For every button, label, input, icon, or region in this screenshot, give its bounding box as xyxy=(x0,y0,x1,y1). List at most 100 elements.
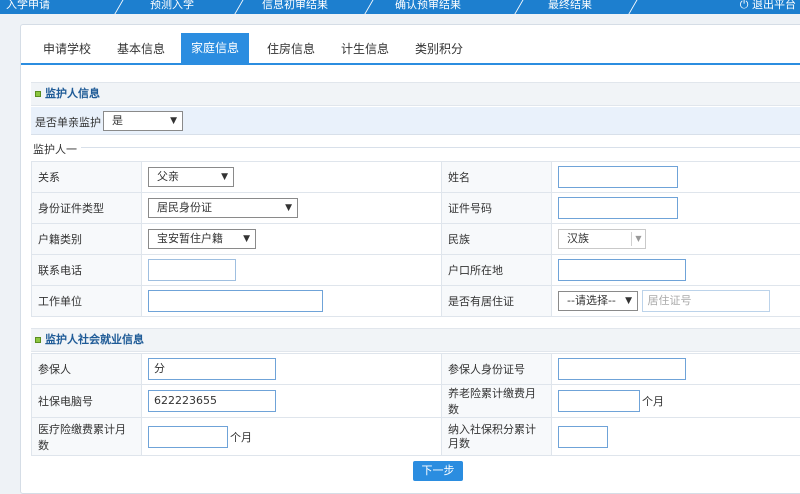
next-step-button[interactable]: 下一步 xyxy=(413,461,463,481)
section-bullet-icon xyxy=(35,337,41,343)
ss-number-cell: 622223655 xyxy=(142,385,442,418)
insured-id-label: 参保人身份证号 xyxy=(442,354,552,385)
id-number-cell xyxy=(552,193,800,224)
step-4: 确认预审结果 xyxy=(395,0,461,12)
step-3: 信息初审结果 xyxy=(262,0,328,12)
table-row: 医疗险缴费累计月数 个月 纳入社保积分累计月数 xyxy=(32,418,800,456)
residence-permit-label: 是否有居住证 xyxy=(442,286,552,317)
household-label: 户籍类别 xyxy=(32,224,142,255)
relation-label: 关系 xyxy=(32,162,142,193)
single-parent-row: 是否单亲监护 是 ▼ xyxy=(31,107,800,135)
step-2: 预测入学 xyxy=(150,0,194,12)
medical-months-cell: 个月 xyxy=(142,418,442,456)
table-row: 工作单位 是否有居住证 --请选择--▼ 居住证号 xyxy=(32,286,800,317)
id-type-label: 身份证件类型 xyxy=(32,193,142,224)
dropdown-arrow-icon: ▼ xyxy=(625,292,632,310)
residence-permit-number-input[interactable]: 居住证号 xyxy=(642,290,770,312)
tab-apply-school[interactable]: 申请学校 xyxy=(33,34,101,65)
ethnicity-cell: 汉族 ▼ xyxy=(552,224,800,255)
residence-permit-cell: --请选择--▼ 居住证号 xyxy=(552,286,800,317)
tab-category-points[interactable]: 类别积分 xyxy=(405,34,473,65)
tab-housing-info[interactable]: 住房信息 xyxy=(257,34,325,65)
guardian-table: 关系 父亲 ▼ 姓名 身份证件类型 居民身份证 ▼ 证件号码 户籍类别 宝安暂住户籍… xyxy=(31,161,800,317)
pension-months-input[interactable] xyxy=(558,390,640,412)
dropdown-arrow-icon: ▼ xyxy=(221,168,228,186)
points-months-label: 纳入社保积分累计月数 xyxy=(442,418,552,456)
ss-number-input[interactable]: 622223655 xyxy=(148,390,276,412)
hukou-cell xyxy=(552,255,800,286)
relation-value: 父亲 xyxy=(157,170,179,183)
insured-id-cell xyxy=(552,354,800,385)
guardian-title-text: 监护人信息 xyxy=(45,87,100,100)
step-progress-bar: 入学申请 预测入学 信息初审结果 确认预审结果 最终结果 ⏻ 退出平台 xyxy=(0,0,800,14)
step-separator xyxy=(503,0,524,14)
pension-months-label: 养老险累计缴费月数 xyxy=(442,385,552,418)
single-parent-label: 是否单亲监护 xyxy=(35,114,101,130)
insured-cell: 分 xyxy=(142,354,442,385)
id-number-input[interactable] xyxy=(558,197,678,219)
step-5: 最终结果 xyxy=(548,0,592,12)
table-row: 参保人 分 参保人身份证号 xyxy=(32,354,800,385)
household-value: 宝安暂住户籍 xyxy=(157,232,223,245)
id-type-value: 居民身份证 xyxy=(157,201,212,214)
table-row: 户籍类别 宝安暂住户籍 ▼ 民族 汉族 ▼ xyxy=(32,224,800,255)
insured-label: 参保人 xyxy=(32,354,142,385)
form-panel: 申请学校 基本信息 家庭信息 住房信息 计生信息 类别积分 监护人信息 是否单亲… xyxy=(20,24,800,494)
social-table: 参保人 分 参保人身份证号 社保电脑号 622223655 养老险累计缴费月数 … xyxy=(31,353,800,456)
hukou-label: 户口所在地 xyxy=(442,255,552,286)
pension-months-cell: 个月 xyxy=(552,385,800,418)
ss-number-label: 社保电脑号 xyxy=(32,385,142,418)
relation-cell: 父亲 ▼ xyxy=(142,162,442,193)
ethnicity-label: 民族 xyxy=(442,224,552,255)
single-parent-value: 是 xyxy=(112,114,123,127)
points-months-cell xyxy=(552,418,800,456)
id-type-cell: 居民身份证 ▼ xyxy=(142,193,442,224)
household-select[interactable]: 宝安暂住户籍 ▼ xyxy=(148,229,256,249)
ethnicity-select[interactable]: 汉族 ▼ xyxy=(558,229,646,249)
tab-family-info[interactable]: 家庭信息 xyxy=(181,33,249,65)
pension-unit: 个月 xyxy=(642,395,664,408)
step-separator xyxy=(353,0,374,14)
medical-months-label: 医疗险缴费累计月数 xyxy=(32,418,142,456)
medical-months-input[interactable] xyxy=(148,426,228,448)
step-separator xyxy=(223,0,244,14)
logout-label: 退出平台 xyxy=(752,0,796,11)
id-number-label: 证件号码 xyxy=(442,193,552,224)
hukou-input[interactable] xyxy=(558,259,686,281)
name-input[interactable] xyxy=(558,166,678,188)
table-row: 关系 父亲 ▼ 姓名 xyxy=(32,162,800,193)
single-parent-select[interactable]: 是 ▼ xyxy=(103,111,183,131)
residence-permit-select[interactable]: --请选择--▼ xyxy=(558,291,638,311)
tab-family-planning[interactable]: 计生信息 xyxy=(331,34,399,65)
phone-label: 联系电话 xyxy=(32,255,142,286)
ethnicity-value: 汉族 xyxy=(567,232,589,245)
id-type-select[interactable]: 居民身份证 ▼ xyxy=(148,198,298,218)
step-1: 入学申请 xyxy=(6,0,50,12)
dropdown-arrow-icon: ▼ xyxy=(170,112,177,130)
insured-input[interactable]: 分 xyxy=(148,358,276,380)
logout-link[interactable]: ⏻ 退出平台 xyxy=(740,0,796,12)
table-row: 身份证件类型 居民身份证 ▼ 证件号码 xyxy=(32,193,800,224)
section-bullet-icon xyxy=(35,91,41,97)
employer-cell xyxy=(142,286,442,317)
social-section-title: 监护人社会就业信息 xyxy=(31,328,800,352)
social-title-text: 监护人社会就业信息 xyxy=(45,333,144,346)
table-row: 联系电话 户口所在地 xyxy=(32,255,800,286)
guardian-section-title: 监护人信息 xyxy=(31,82,800,106)
name-cell xyxy=(552,162,800,193)
name-label: 姓名 xyxy=(442,162,552,193)
employer-label: 工作单位 xyxy=(32,286,142,317)
tab-basic-info[interactable]: 基本信息 xyxy=(107,34,175,65)
phone-cell xyxy=(142,255,442,286)
relation-select[interactable]: 父亲 ▼ xyxy=(148,167,234,187)
household-cell: 宝安暂住户籍 ▼ xyxy=(142,224,442,255)
dropdown-arrow-icon: ▼ xyxy=(631,232,645,246)
insured-id-input[interactable] xyxy=(558,358,686,380)
dropdown-arrow-icon: ▼ xyxy=(243,230,250,248)
dropdown-arrow-icon: ▼ xyxy=(285,199,292,217)
employer-input[interactable] xyxy=(148,290,323,312)
phone-input[interactable] xyxy=(148,259,236,281)
table-row: 社保电脑号 622223655 养老险累计缴费月数 个月 xyxy=(32,385,800,418)
points-months-input[interactable] xyxy=(558,426,608,448)
tab-bar: 申请学校 基本信息 家庭信息 住房信息 计生信息 类别积分 xyxy=(21,25,800,65)
